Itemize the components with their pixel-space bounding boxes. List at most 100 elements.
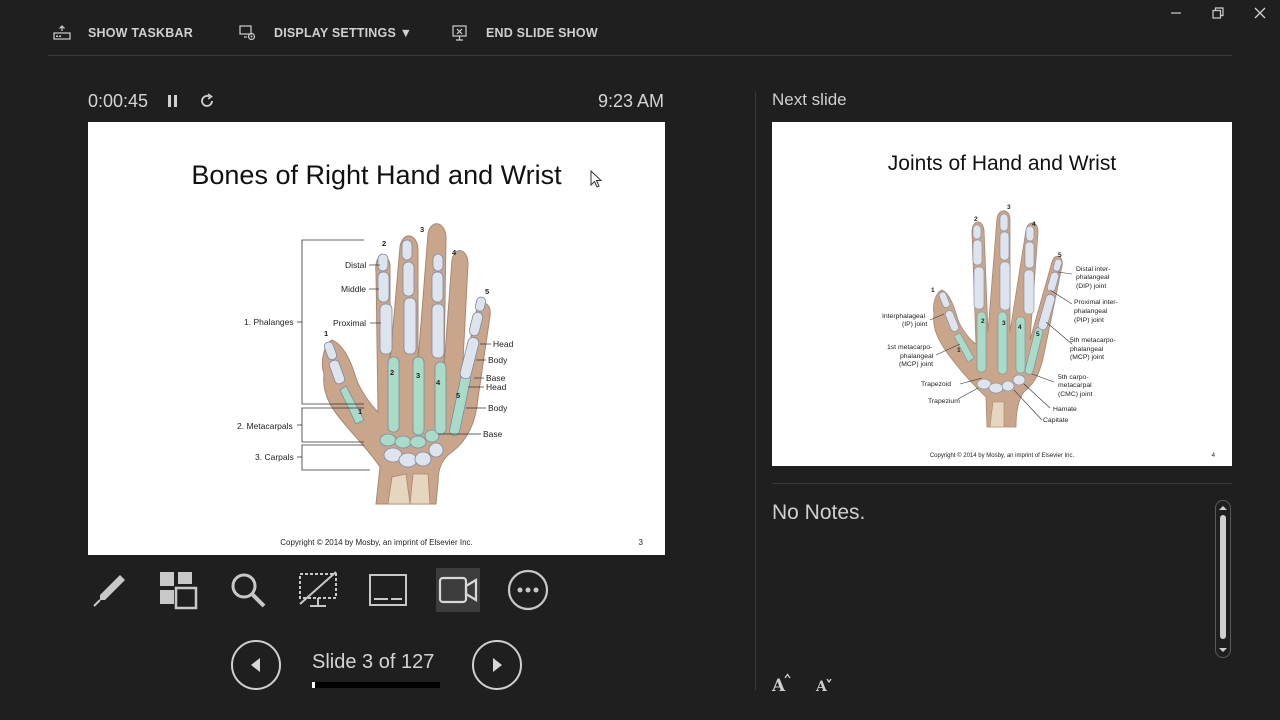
minimize-button[interactable] — [1165, 4, 1187, 22]
scroll-up-icon[interactable] — [1216, 503, 1230, 513]
next-digit-number-4: 4 — [1032, 221, 1036, 228]
pane-divider[interactable] — [755, 92, 756, 690]
restart-timer-button[interactable] — [198, 92, 216, 110]
label-head-2: Head — [486, 382, 507, 392]
see-all-slides-button[interactable] — [156, 568, 200, 612]
next-digit-number-3: 3 — [1007, 204, 1011, 211]
end-slide-show-label: END SLIDE SHOW — [486, 26, 598, 40]
end-slide-show-button[interactable]: END SLIDE SHOW — [450, 22, 598, 44]
more-icon — [507, 569, 549, 611]
elapsed-timer: 0:00:45 — [88, 91, 149, 111]
next-digit-number-2: 2 — [974, 216, 978, 223]
pen-tool-button[interactable] — [88, 568, 132, 612]
pause-icon — [168, 95, 177, 107]
display-settings-button[interactable]: DISPLAY SETTINGS ▼ — [238, 22, 412, 44]
next-digit-number-5: 5 — [1058, 252, 1062, 259]
label-trapezium: Trapezium — [928, 398, 960, 405]
label-mcp5-line3: (MCP) joint — [1070, 354, 1104, 361]
label-base-2: Base — [483, 429, 503, 439]
label-ip-line2: (IP) joint — [902, 321, 927, 328]
label-dip-line3: (DIP) joint — [1076, 283, 1106, 290]
digit-number-5: 5 — [485, 287, 489, 296]
next-slide-label: Next slide — [772, 90, 847, 109]
triangle-right-icon — [493, 658, 502, 672]
next-metacarpal-number-3: 3 — [1002, 320, 1006, 327]
toolbar-divider — [48, 55, 1232, 56]
label-mcp1-line1: 1st metacarpo- — [887, 344, 932, 351]
label-cmc-line2: metacarpal — [1058, 382, 1092, 389]
next-slide-number: 4 — [1211, 453, 1215, 459]
previous-slide-button[interactable] — [231, 640, 281, 690]
next-metacarpal-number-2: 2 — [981, 318, 985, 325]
decrease-font-icon: A — [815, 678, 832, 694]
slide-progress-bar — [312, 682, 440, 688]
label-pip-line1: Proximal inter- — [1074, 299, 1118, 306]
label-body-1: Body — [488, 355, 508, 365]
next-slide-copyright: Copyright © 2014 by Mosby, an imprint of… — [929, 453, 1075, 459]
label-middle: Middle — [341, 284, 366, 294]
label-carpals: 3. Carpals — [255, 452, 294, 462]
restore-icon — [1212, 7, 1224, 19]
decrease-font-size-button[interactable]: A — [814, 672, 836, 694]
label-trapezoid: Trapezoid — [921, 381, 951, 388]
all-slides-icon — [160, 572, 198, 610]
show-taskbar-label: SHOW TASKBAR — [88, 26, 193, 40]
label-distal: Distal — [345, 260, 366, 270]
increase-font-icon: A — [771, 673, 791, 694]
close-button[interactable] — [1249, 4, 1271, 22]
pause-timer-button[interactable] — [165, 92, 181, 110]
label-pip-line3: (PIP) joint — [1074, 317, 1104, 324]
label-phalanges: 1. Phalanges — [244, 317, 294, 327]
current-slide[interactable]: Bones of Right Hand and Wrist 1. Phalang… — [88, 122, 665, 555]
speaker-notes[interactable]: No Notes. — [772, 501, 865, 525]
pen-icon — [93, 575, 125, 607]
label-mcp1-line2: phalangeal — [900, 353, 934, 360]
presenter-toolbar: SHOW TASKBAR DISPLAY SETTINGS ▼ END SLID… — [0, 0, 1280, 60]
zoom-button[interactable] — [226, 568, 270, 612]
notes-divider[interactable] — [772, 483, 1232, 484]
magnifier-icon — [231, 573, 266, 608]
taskbar-icon — [52, 23, 72, 43]
notes-scroll-thumb[interactable] — [1220, 515, 1226, 639]
label-cmc-line1: 5th carpo- — [1058, 374, 1089, 381]
label-mcp5-line2: phalangeal — [1070, 346, 1104, 353]
current-time: 9:23 AM — [597, 91, 664, 111]
black-screen-button[interactable] — [296, 568, 340, 612]
digit-number-2: 2 — [382, 239, 386, 248]
metacarpal-number-5: 5 — [456, 391, 460, 400]
next-metacarpal-number-5: 5 — [1036, 331, 1040, 338]
slide-counter: Slide 3 of 127 — [312, 651, 435, 673]
more-options-button[interactable] — [506, 568, 550, 612]
restore-button[interactable] — [1207, 4, 1229, 22]
label-body-2: Body — [488, 403, 508, 413]
notes-scrollbar[interactable] — [1215, 500, 1231, 658]
slide-progress-fill — [312, 682, 316, 688]
label-head-1: Head — [493, 339, 514, 349]
next-metacarpal-number-1: 1 — [957, 347, 961, 354]
hand-joints-diagram: Distal inter- phalangeal (DIP) joint Pro… — [882, 204, 1118, 428]
hand-bones-diagram: 1. Phalanges 2. Metacarpals 3. Carpals D… — [237, 223, 514, 505]
label-pip-line2: phalangeal — [1074, 308, 1108, 315]
minimize-icon — [1171, 12, 1181, 14]
subtitles-button[interactable] — [366, 568, 410, 612]
next-slide-button[interactable] — [472, 640, 522, 690]
label-ip-line1: Interphalageal — [882, 313, 926, 320]
label-capitate: Capitate — [1043, 417, 1069, 424]
metacarpal-number-2: 2 — [390, 368, 394, 377]
camera-toggle-button[interactable] — [436, 568, 480, 612]
triangle-left-icon — [251, 658, 260, 672]
subtitles-icon — [369, 574, 407, 606]
svg-text:A: A — [771, 676, 786, 694]
show-taskbar-button[interactable]: SHOW TASKBAR — [52, 22, 193, 44]
presenter-tools — [88, 568, 550, 612]
black-screen-icon — [299, 571, 337, 607]
label-cmc-line3: (CMC) joint — [1058, 391, 1092, 398]
increase-font-size-button[interactable]: A — [771, 672, 793, 694]
scroll-down-icon[interactable] — [1216, 645, 1230, 655]
video-camera-icon — [438, 576, 478, 604]
end-show-icon — [450, 23, 470, 43]
svg-text:A: A — [815, 679, 828, 694]
restart-icon — [201, 93, 213, 107]
next-slide-preview[interactable]: Joints of Hand and Wrist Distal inter- p… — [772, 122, 1232, 466]
label-metacarpals: 2. Metacarpals — [237, 421, 293, 431]
